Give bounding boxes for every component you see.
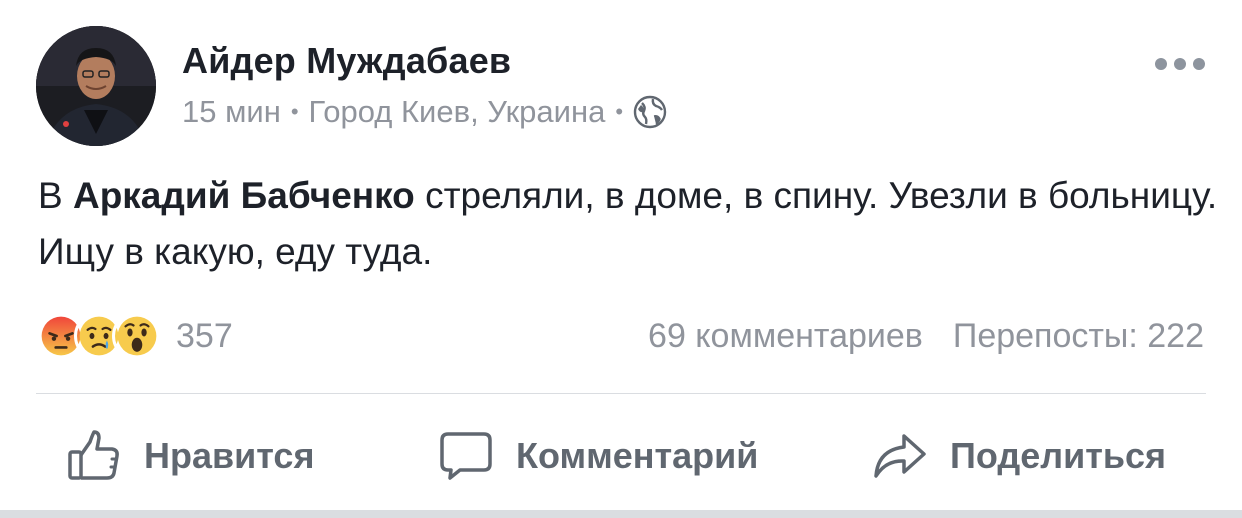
comment-label: Комментарий <box>516 435 759 476</box>
comment-button[interactable]: Комментарий <box>438 410 758 502</box>
reaction-count: 357 <box>176 316 233 355</box>
more-options-button[interactable] <box>1150 52 1210 76</box>
share-label: Поделиться <box>950 435 1167 476</box>
post-time[interactable]: 15 мин <box>182 94 281 130</box>
like-icon <box>68 430 119 480</box>
more-icon <box>1155 58 1167 70</box>
wow-reaction-icon <box>112 311 162 361</box>
facebook-post: Айдер Муждабаев 15 мин • Город Киев, Укр… <box>0 0 1242 518</box>
post-text: В Аркадий Бабченко стреляли, в доме, в с… <box>38 168 1218 280</box>
like-label: Нравится <box>144 435 315 476</box>
post-meta: 15 мин • Город Киев, Украина • <box>182 92 667 132</box>
globe-icon[interactable] <box>633 95 667 129</box>
post-text-prefix: В <box>38 175 73 216</box>
meta-separator: • <box>290 99 299 124</box>
avatar-image <box>36 26 156 146</box>
comment-icon <box>440 432 492 480</box>
meta-separator: • <box>615 99 624 124</box>
divider <box>36 393 1206 394</box>
share-button[interactable]: Поделиться <box>872 410 1166 502</box>
shares-count-link[interactable]: Перепосты: 222 <box>953 317 1204 356</box>
like-button[interactable]: Нравится <box>66 410 314 502</box>
post-location[interactable]: Город Киев, Украина <box>309 94 606 130</box>
share-icon <box>874 434 926 478</box>
post-actions: Нравится Комментарий Поделиться <box>0 410 1242 502</box>
reactions-summary[interactable]: 357 <box>36 310 233 362</box>
post-bottom-border <box>0 510 1242 518</box>
avatar[interactable] <box>36 26 156 146</box>
comments-count-link[interactable]: 69 комментариев <box>648 317 923 356</box>
author-name[interactable]: Айдер Муждабаев <box>182 40 511 82</box>
tagged-person-link[interactable]: Аркадий Бабченко <box>73 175 415 216</box>
post-stats: 69 комментариев Перепосты: 222 <box>648 310 1204 362</box>
